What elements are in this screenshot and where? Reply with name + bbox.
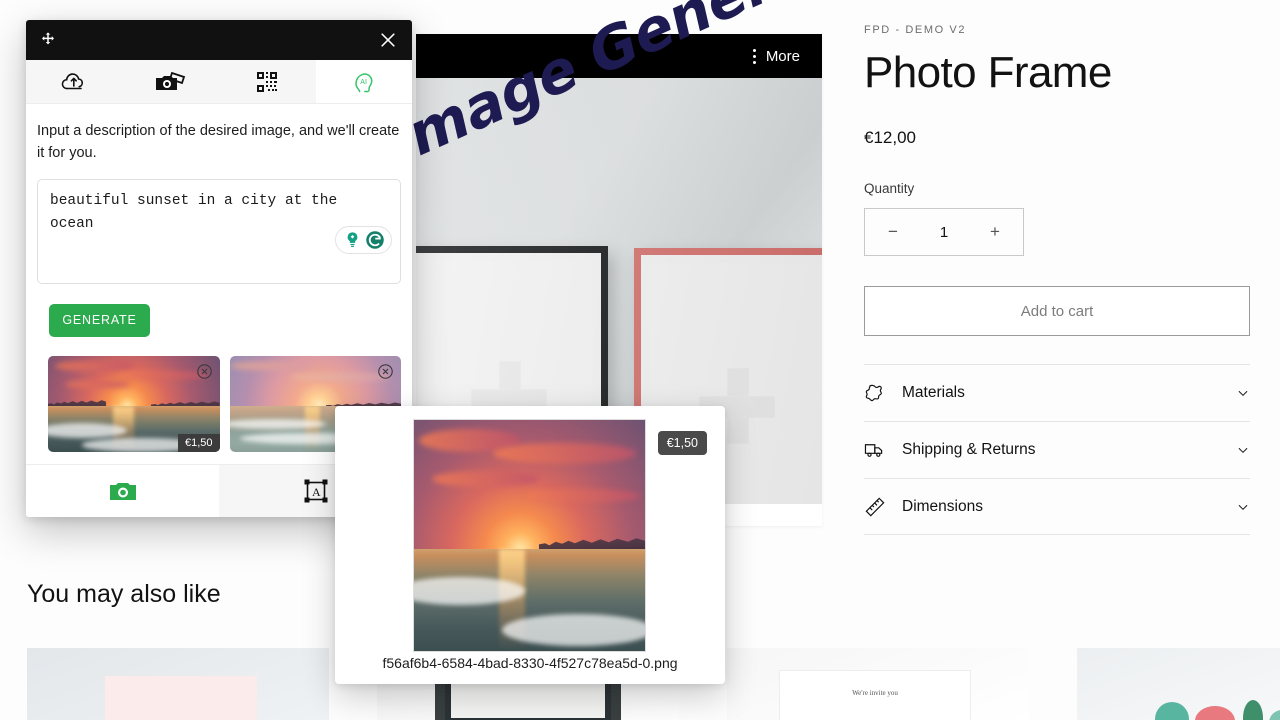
chevron-down-icon xyxy=(1238,448,1248,454)
modal-header[interactable] xyxy=(26,20,412,60)
related-card-3[interactable]: We're invite you xyxy=(727,648,1029,720)
related-card-3-art: We're invite you xyxy=(779,670,971,720)
close-icon[interactable] xyxy=(378,30,398,50)
related-card-4-art xyxy=(1151,686,1280,720)
tab-photos[interactable] xyxy=(123,60,220,103)
prompt-value[interactable]: beautiful sunset in a city at the ocean xyxy=(50,190,388,236)
camera-icon xyxy=(109,483,136,500)
more-button-label: More xyxy=(765,47,800,65)
accordion-shipping-returns-label: Shipping & Returns xyxy=(902,441,1036,459)
cloud-upload-icon xyxy=(61,72,84,89)
ruler-icon xyxy=(865,497,885,517)
prompt-textarea[interactable]: beautiful sunset in a city at the ocean xyxy=(37,178,401,284)
add-to-cart-button[interactable]: Add to cart xyxy=(864,286,1250,337)
accordion-materials[interactable]: Materials xyxy=(864,364,1250,421)
product-price: €12,00 xyxy=(864,128,916,148)
svg-text:A: A xyxy=(312,485,321,499)
more-button[interactable]: More xyxy=(752,47,800,65)
remove-icon[interactable] xyxy=(377,363,394,380)
file-preview-price: €1,50 xyxy=(657,431,707,455)
file-preview-popup[interactable]: €1,50 f56af6b4-6584-4bad-8330-4f527c78ea… xyxy=(335,406,725,684)
leather-hide-icon xyxy=(865,384,882,402)
quantity-value[interactable]: 1 xyxy=(940,224,948,241)
grammarly-widget[interactable] xyxy=(335,225,392,254)
text-box-icon: A xyxy=(304,479,327,503)
accordion-shipping-returns[interactable]: Shipping & Returns xyxy=(864,421,1250,478)
related-products-heading: You may also like xyxy=(27,580,221,608)
ai-hint-text: Input a description of the desired image… xyxy=(37,123,400,162)
footer-tab-image[interactable] xyxy=(26,465,219,517)
screen: More to add image click to add image AI … xyxy=(0,0,1280,720)
generate-button[interactable]: GENERATE xyxy=(49,303,150,337)
related-card-4[interactable] xyxy=(1077,648,1280,720)
accordion-dimensions-label: Dimensions xyxy=(902,497,983,515)
canvas-toolbar: More xyxy=(416,34,822,78)
result-thumbnail-1[interactable]: €1,50 xyxy=(48,355,220,452)
accordion-materials-label: Materials xyxy=(902,384,965,402)
modal-body: Input a description of the desired image… xyxy=(26,104,412,452)
ai-head-icon: AI xyxy=(355,72,373,92)
tab-qr[interactable] xyxy=(219,60,316,103)
related-card-1-art xyxy=(105,676,257,720)
file-preview-filename: f56af6b4-6584-4bad-8330-4f527c78ea5d-0.p… xyxy=(382,655,678,671)
chevron-down-icon xyxy=(1238,391,1248,397)
grammarly-bulb-icon xyxy=(347,232,357,248)
grammarly-logo-icon xyxy=(365,231,384,249)
camera-photos-icon xyxy=(155,71,185,90)
move-handle-icon[interactable] xyxy=(39,31,57,49)
svg-text:AI: AI xyxy=(360,79,367,86)
chevron-down-icon xyxy=(1238,504,1248,510)
tab-ai[interactable]: AI xyxy=(315,60,412,103)
page-title: Photo Frame xyxy=(864,48,1112,97)
quantity-decrease-button[interactable]: − xyxy=(883,222,903,242)
product-vendor: FPD - DEMO V2 xyxy=(864,24,967,36)
quantity-stepper[interactable]: − 1 + xyxy=(864,208,1024,257)
related-card-1[interactable] xyxy=(27,648,329,720)
tab-upload[interactable] xyxy=(26,60,123,103)
modal-source-tabs: AI xyxy=(26,60,412,104)
delivery-truck-icon xyxy=(864,444,883,458)
accordion-dimensions[interactable]: Dimensions xyxy=(864,478,1250,536)
kebab-menu-icon xyxy=(752,48,756,64)
related-card-3-caption: We're invite you xyxy=(852,689,898,697)
quantity-increase-button[interactable]: + xyxy=(985,222,1005,242)
file-preview-image xyxy=(413,419,646,652)
product-accordions: Materials Shipping & Returns Dimensions xyxy=(864,364,1250,536)
quantity-label: Quantity xyxy=(864,181,915,197)
result-price-1: €1,50 xyxy=(177,433,220,452)
qr-code-icon xyxy=(257,71,278,92)
remove-icon[interactable] xyxy=(196,363,213,380)
product-info-panel: FPD - DEMO V2 Photo Frame €12,00 Quantit… xyxy=(864,24,1254,536)
